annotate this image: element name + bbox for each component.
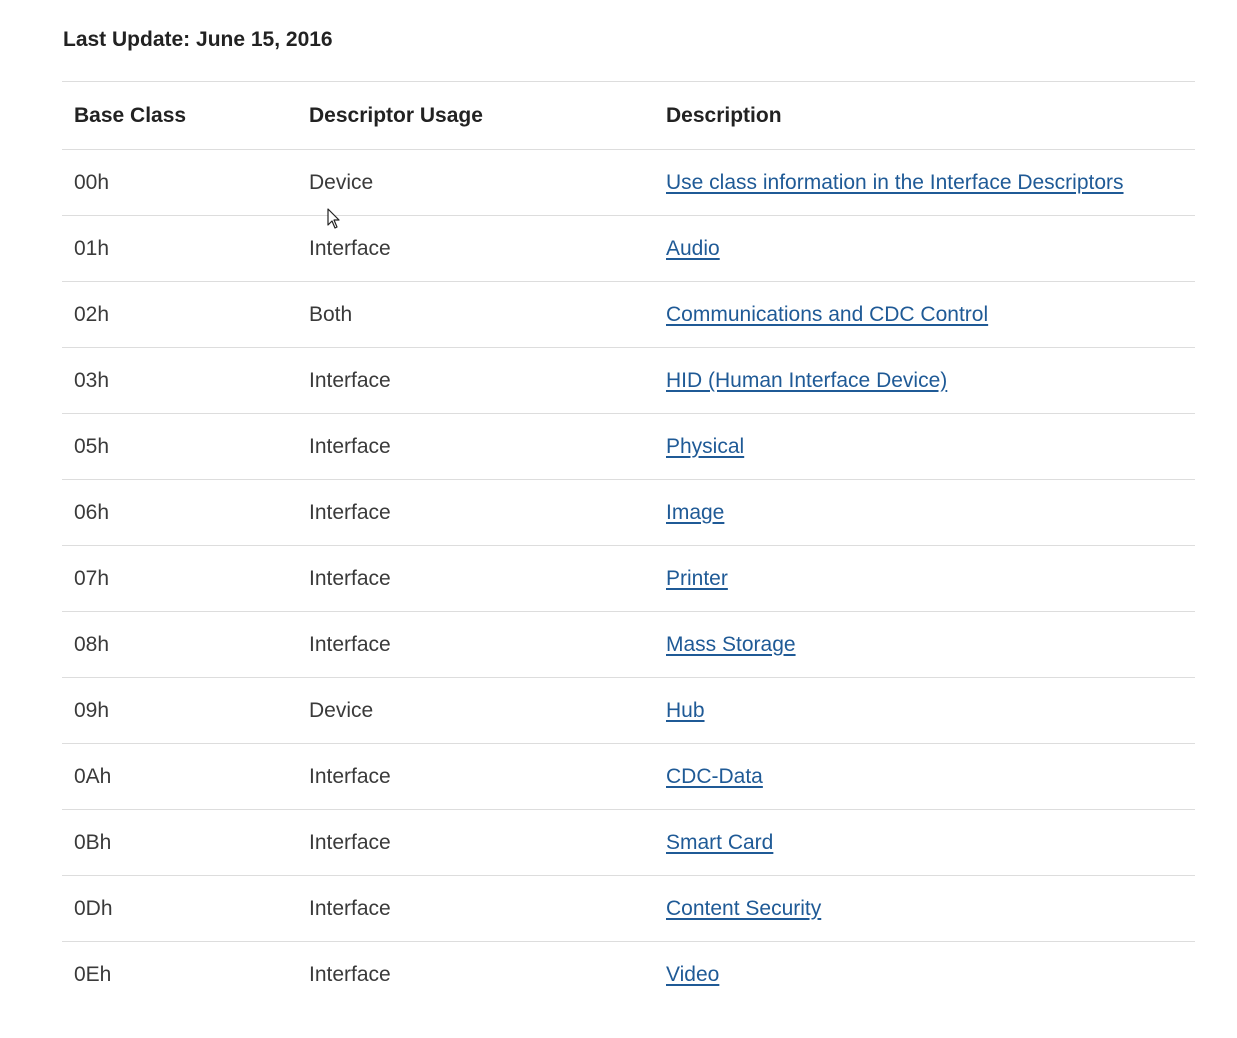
descriptor-usage-cell: Interface <box>297 875 654 942</box>
base-class-cell: 03h <box>62 347 297 414</box>
description-cell: Hub <box>654 677 1195 744</box>
description-cell: Audio <box>654 215 1195 282</box>
base-class-cell: 01h <box>62 215 297 282</box>
column-header-base-class: Base Class <box>62 81 297 150</box>
table-row: 0Ah Interface CDC-Data <box>62 743 1195 810</box>
description-link[interactable]: Video <box>666 963 719 986</box>
descriptor-usage-cell: Interface <box>297 743 654 810</box>
descriptor-usage-cell: Interface <box>297 809 654 876</box>
descriptor-usage-cell: Device <box>297 677 654 744</box>
description-cell: CDC-Data <box>654 743 1195 810</box>
table-row: 09h Device Hub <box>62 677 1195 744</box>
base-class-cell: 07h <box>62 545 297 612</box>
column-header-description: Description <box>654 81 1195 150</box>
table-row: 02h Both Communications and CDC Control <box>62 281 1195 348</box>
base-class-cell: 0Eh <box>74 962 112 986</box>
descriptor-usage-cell: Device <box>297 149 654 216</box>
table-row: 01h Interface Audio <box>62 215 1195 282</box>
table-row: 07h Interface Printer <box>62 545 1195 612</box>
usb-class-table: Base Class Descriptor Usage Description … <box>62 81 1195 1007</box>
description-cell: Communications and CDC Control <box>654 281 1195 348</box>
table-row: 05h Interface Physical <box>62 413 1195 480</box>
mouse-pointer-icon <box>327 208 340 229</box>
description-cell: Smart Card <box>654 809 1195 876</box>
description-cell: Video <box>654 942 1195 1008</box>
description-link[interactable]: Hub <box>666 699 705 722</box>
base-class-cell: 0Bh <box>62 809 297 876</box>
column-header-descriptor-usage: Descriptor Usage <box>297 81 654 150</box>
descriptor-usage-cell: Interface <box>297 479 654 546</box>
description-cell: Physical <box>654 413 1195 480</box>
description-link[interactable]: Smart Card <box>666 831 773 854</box>
description-link[interactable]: Mass Storage <box>666 633 796 656</box>
description-cell: Printer <box>654 545 1195 612</box>
description-link[interactable]: CDC-Data <box>666 765 763 788</box>
descriptor-usage-cell: Both <box>297 281 654 348</box>
description-cell: Mass Storage <box>654 611 1195 678</box>
table-row: 03h Interface HID (Human Interface Devic… <box>62 347 1195 414</box>
description-link[interactable]: Content Security <box>666 897 821 920</box>
base-class-cell: 00h <box>62 149 297 216</box>
description-link[interactable]: Use class information in the Interface D… <box>666 171 1124 194</box>
base-class-cell: 06h <box>62 479 297 546</box>
table-row: 08h Interface Mass Storage <box>62 611 1195 678</box>
descriptor-usage-cell: Interface <box>297 611 654 678</box>
description-link[interactable]: Image <box>666 501 724 524</box>
base-class-cell: 09h <box>62 677 297 744</box>
table-row: 00h Device Use class information in the … <box>62 149 1195 216</box>
base-class-cell: 0Ah <box>62 743 297 810</box>
base-class-cell: 0Dh <box>62 875 297 942</box>
description-link[interactable]: HID (Human Interface Device) <box>666 369 947 392</box>
base-class-cell: 05h <box>62 413 297 480</box>
description-link[interactable]: Audio <box>666 237 720 260</box>
descriptor-usage-cell: Interface <box>297 215 654 282</box>
table-row: 0Dh Interface Content Security <box>62 875 1195 942</box>
description-cell: HID (Human Interface Device) <box>654 347 1195 414</box>
base-class-cell: 02h <box>62 281 297 348</box>
descriptor-usage-cell: Interface <box>309 962 391 986</box>
table-row: 0Bh Interface Smart Card <box>62 809 1195 876</box>
description-cell: Content Security <box>654 875 1195 942</box>
table-header-row: Base Class Descriptor Usage Description <box>62 81 1195 150</box>
description-link[interactable]: Printer <box>666 567 728 590</box>
descriptor-usage-cell: Interface <box>297 413 654 480</box>
base-class-cell: 08h <box>62 611 297 678</box>
last-update-text: Last Update: June 15, 2016 <box>63 28 333 51</box>
description-cell: Use class information in the Interface D… <box>654 149 1195 216</box>
description-link[interactable]: Physical <box>666 435 744 458</box>
description-cell: Image <box>654 479 1195 546</box>
table-row: 0Eh Interface Video <box>62 942 1195 1008</box>
descriptor-usage-cell: Interface <box>297 545 654 612</box>
description-link[interactable]: Communications and CDC Control <box>666 303 988 326</box>
table-row: 06h Interface Image <box>62 479 1195 546</box>
descriptor-usage-cell: Interface <box>297 347 654 414</box>
